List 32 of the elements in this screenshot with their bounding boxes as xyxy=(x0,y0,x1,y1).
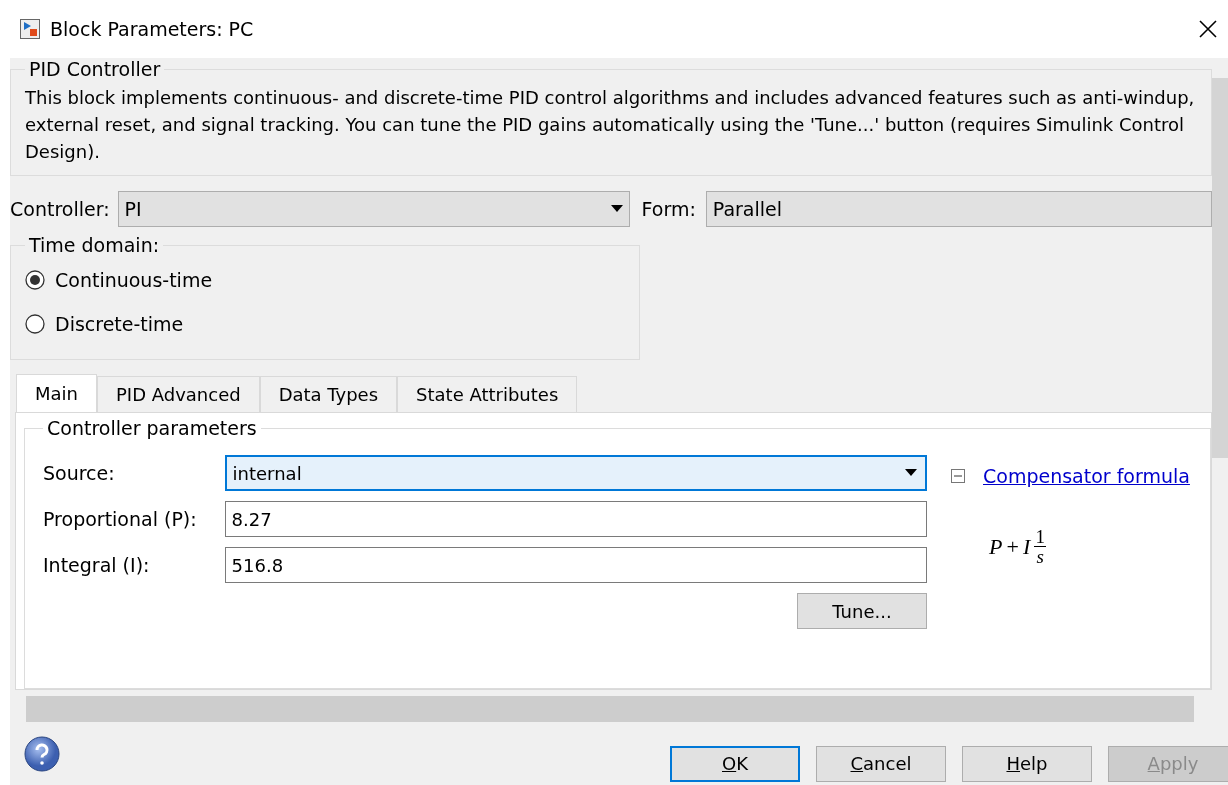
caret-icon xyxy=(905,469,917,477)
controller-label: Controller: xyxy=(10,198,110,220)
compensator-formula-link[interactable]: Compensator formula xyxy=(983,465,1190,487)
group-title: Controller parameters xyxy=(46,417,258,439)
block-description: This block implements continuous- and discrete-time PID control algorithms and includes advanced features such as anti-windup, external reset, and signal tracking. You can tune the PID gains automatically using the 'Tune...' button (requires Simulink Control Design). xyxy=(25,86,1196,164)
form-label: Form: xyxy=(641,198,696,220)
group-title: Time domain: xyxy=(28,234,161,256)
tab[interactable]: PID Advanced xyxy=(97,376,260,412)
window-title: Block Parameters: PC xyxy=(50,18,255,40)
caret-icon xyxy=(610,205,623,213)
tab[interactable]: Main xyxy=(16,374,97,412)
field-label: Integral (I): xyxy=(43,554,151,576)
form-dropdown[interactable]: Parallel xyxy=(705,191,1212,227)
input-field[interactable]: 516.8 xyxy=(224,547,927,583)
group-title: PID Controller xyxy=(28,58,162,80)
source-dropdown[interactable]: internal xyxy=(224,455,927,491)
radio-option[interactable]: Continuous-time xyxy=(25,258,625,302)
input-field[interactable]: 8.27 xyxy=(224,501,927,537)
dialog-button[interactable]: OK xyxy=(670,745,800,782)
dialog-button[interactable]: Cancel xyxy=(816,745,946,782)
controller-dropdown[interactable]: PI xyxy=(117,191,630,227)
block-icon xyxy=(20,19,40,39)
help-icon[interactable] xyxy=(24,735,60,772)
tune-button[interactable]: Tune... xyxy=(797,593,927,629)
tab[interactable]: State Attributes xyxy=(397,376,578,412)
close-icon xyxy=(1198,19,1218,39)
field-label: Proportional (P): xyxy=(43,508,198,530)
field-label: Source: xyxy=(43,462,116,484)
radio-option[interactable]: Discrete-time xyxy=(25,302,625,346)
tab[interactable]: Data Types xyxy=(259,376,398,412)
dialog-button[interactable]: Help xyxy=(962,745,1092,782)
collapse-icon[interactable] xyxy=(951,469,965,483)
